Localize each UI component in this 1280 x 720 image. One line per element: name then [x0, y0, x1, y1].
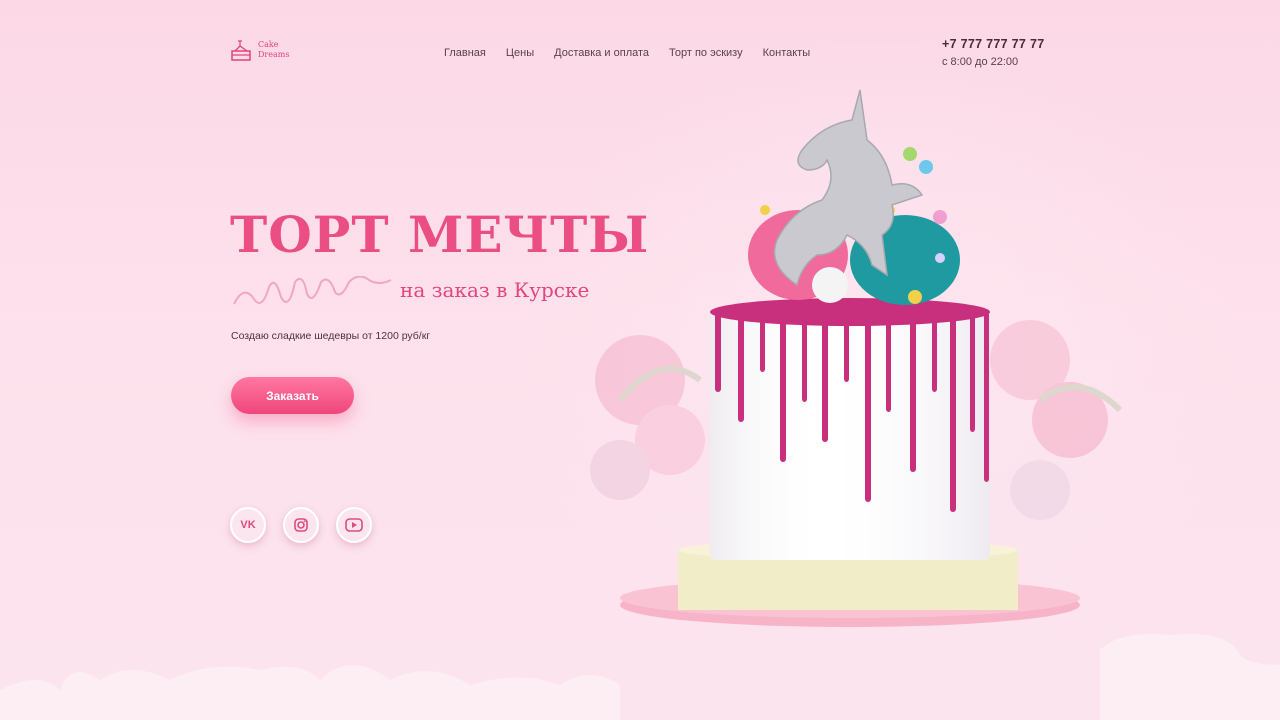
instagram-icon	[294, 518, 308, 532]
phone-number[interactable]: +7 777 777 77 77	[942, 37, 1044, 51]
social-links: VK	[230, 507, 372, 543]
main-nav: Главная Цены Доставка и оплата Торт по э…	[444, 47, 810, 59]
working-hours: с 8:00 до 22:00	[942, 56, 1019, 68]
instagram-link[interactable]	[283, 507, 319, 543]
bottom-wave-decoration	[0, 634, 1280, 720]
hero-title: ТОРТ МЕЧТЫ	[230, 205, 650, 264]
nav-item-contacts[interactable]: Контакты	[763, 47, 811, 59]
brand-name: Cake Dreams	[258, 40, 290, 59]
nav-item-home[interactable]: Главная	[444, 47, 486, 59]
vk-link[interactable]: VK	[230, 507, 266, 543]
order-button[interactable]: Заказать	[231, 377, 354, 414]
nav-item-delivery[interactable]: Доставка и оплата	[554, 47, 649, 59]
hero-subtitle: на заказ в Курске	[400, 278, 590, 302]
youtube-link[interactable]	[336, 507, 372, 543]
logo[interactable]: Cake Dreams	[230, 38, 289, 62]
nav-item-sketch-cake[interactable]: Торт по эскизу	[669, 47, 743, 59]
vk-icon: VK	[240, 519, 256, 531]
header: Cake Dreams Главная Цены Доставка и опла…	[0, 0, 1280, 90]
squiggle-decoration	[233, 276, 392, 305]
cake-logo-icon	[231, 40, 251, 61]
hero-tagline: Создаю сладкие шедевры от 1200 руб/кг	[231, 330, 431, 342]
youtube-icon	[345, 518, 363, 532]
cake-image	[590, 89, 1123, 627]
contact-block: +7 777 777 77 77 с 8:00 до 22:00	[942, 37, 1044, 68]
nav-item-prices[interactable]: Цены	[506, 47, 534, 59]
